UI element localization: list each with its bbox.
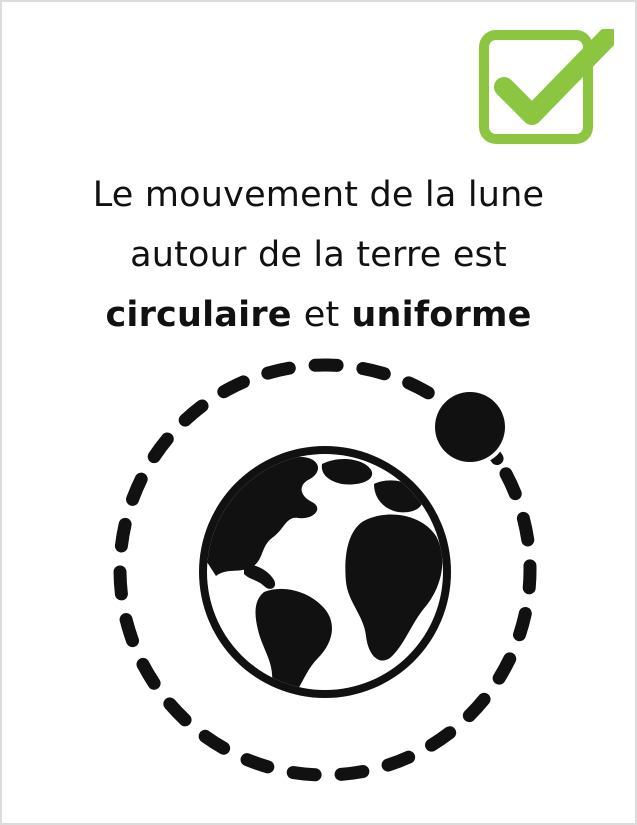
moon-icon	[431, 388, 509, 466]
earth-globe-icon	[199, 446, 451, 698]
orbit-diagram	[113, 358, 537, 782]
card: Le mouvement de la lune autour de la ter…	[0, 0, 637, 825]
